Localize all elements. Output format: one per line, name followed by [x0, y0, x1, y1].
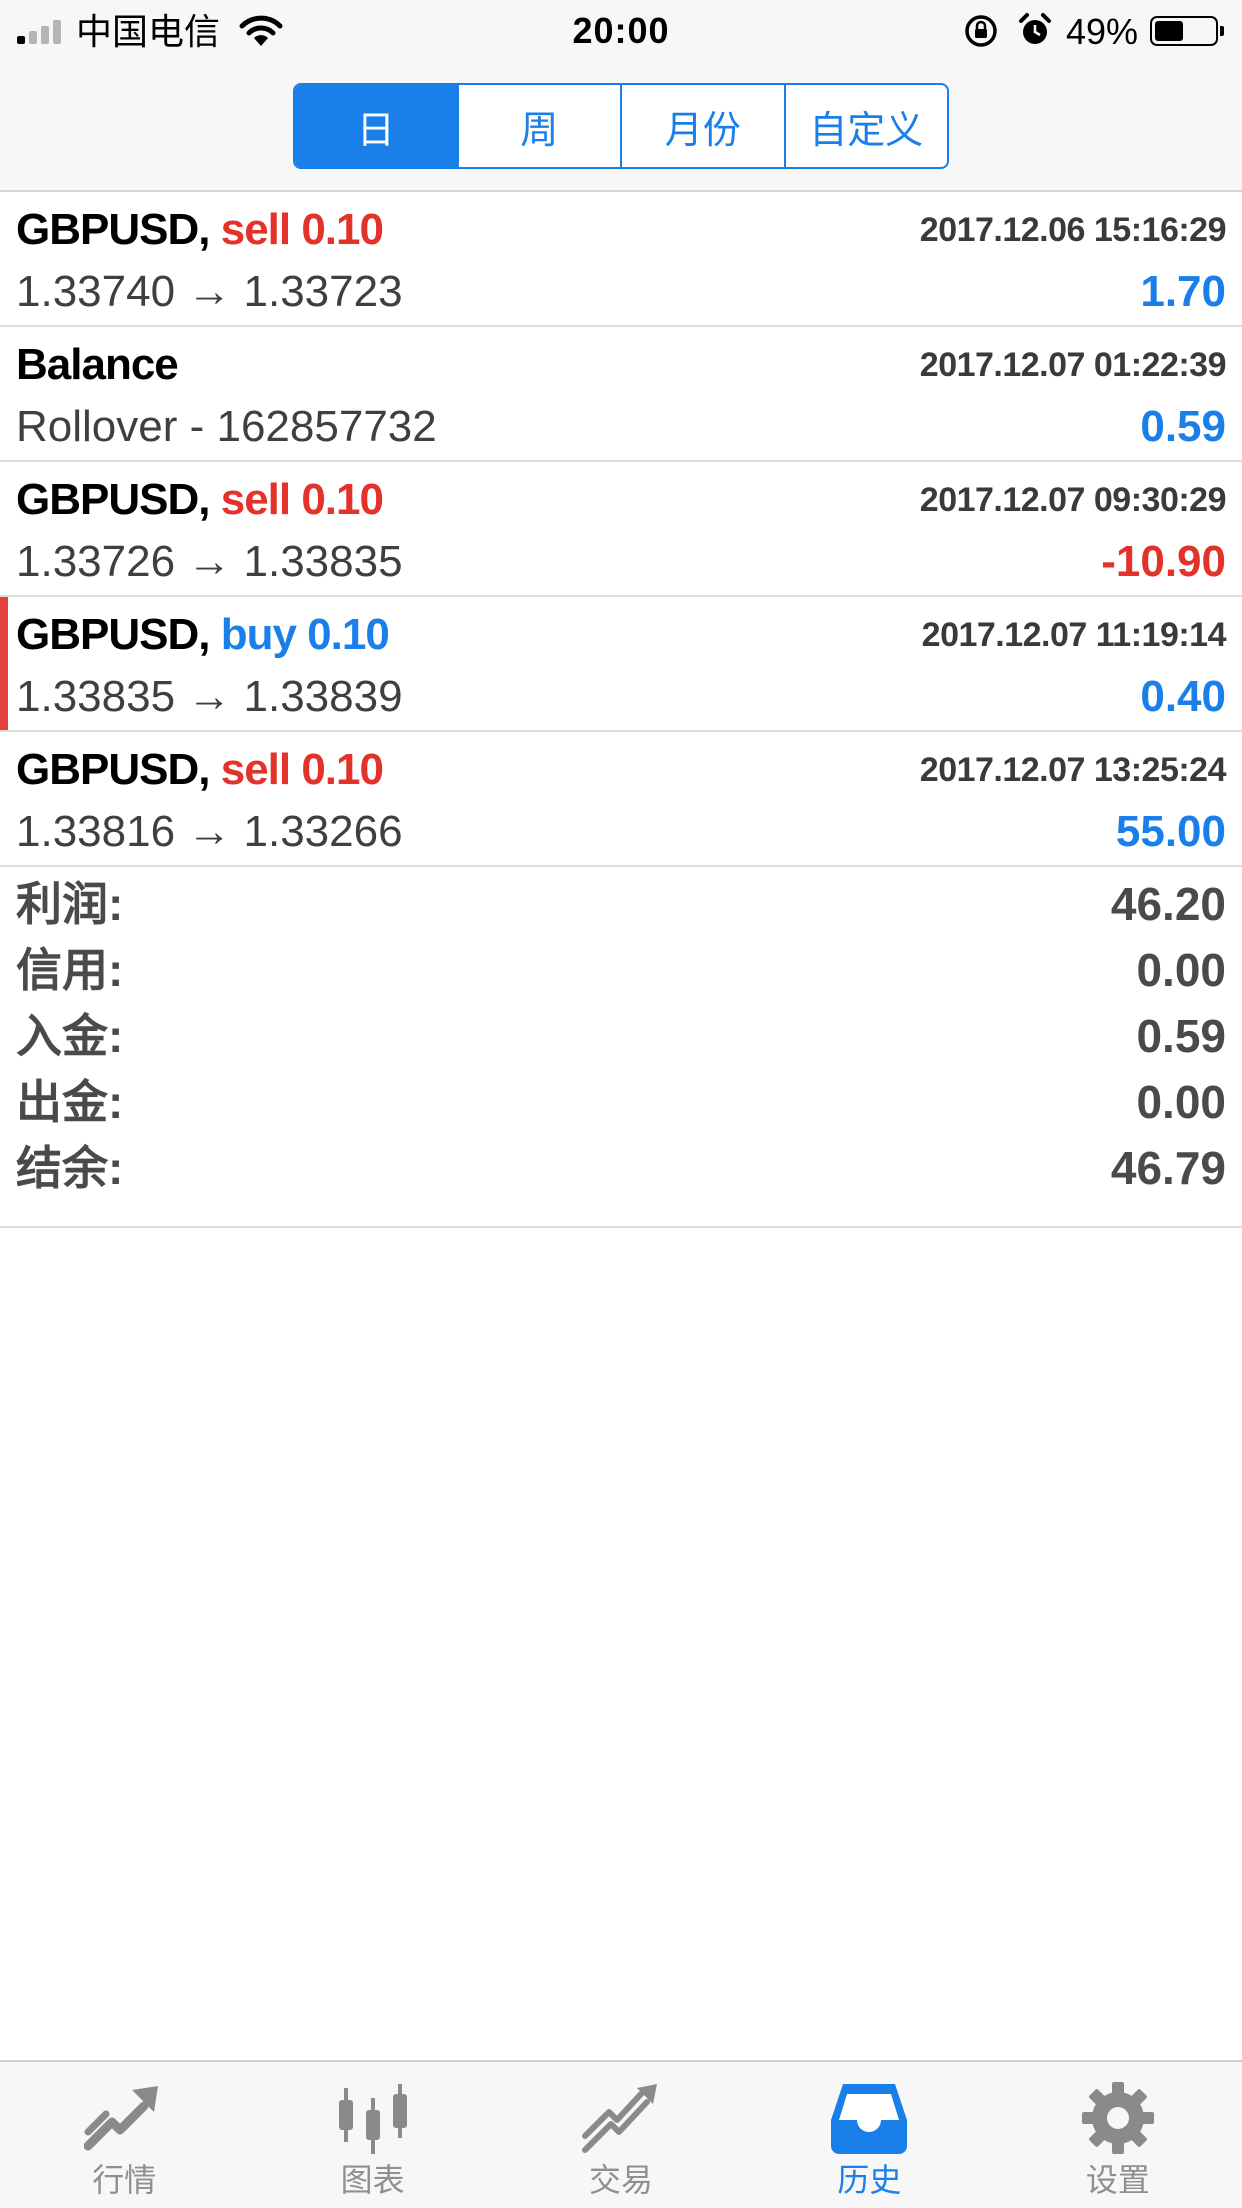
summary-value: 0.00 [1136, 944, 1226, 996]
battery-icon [1150, 16, 1224, 46]
deal-symbol: GBPUSD, [16, 475, 210, 524]
tab-label: 历史 [837, 2162, 902, 2198]
deal-prices: 1.33835 → 1.33839 [16, 672, 403, 721]
tab-trade[interactable]: 交易 [497, 2062, 745, 2208]
deal-comment: Rollover - 162857732 [16, 402, 437, 451]
deal-side: sell 0.10 [220, 745, 384, 794]
alarm-icon [1019, 13, 1051, 44]
tab-label: 图表 [340, 2162, 405, 2198]
deal-prices: 1.33816 → 1.33266 [16, 807, 403, 856]
summary-row-profit: 利润: 46.20 [0, 868, 1242, 934]
period-tab-month[interactable]: 月份 [620, 85, 784, 167]
period-tab-custom[interactable]: 自定义 [783, 85, 948, 167]
deal-profit: 1.70 [1140, 267, 1226, 316]
summary-row-balance: 结余: 46.79 [0, 1132, 1242, 1198]
deal-profit: -10.90 [1101, 537, 1226, 586]
summary-label: 信用: [16, 944, 124, 996]
account-summary: 利润: 46.20 信用: 0.00 入金: 0.59 出金: 0.00 结余:… [0, 868, 1242, 1228]
period-tab-day[interactable]: 日 [295, 85, 457, 167]
deal-row[interactable]: GBPUSD, sell 0.10 2017.12.07 09:30:29 1.… [0, 462, 1242, 597]
tab-label: 设置 [1085, 2162, 1150, 2198]
deal-datetime: 2017.12.07 13:25:24 [919, 751, 1227, 789]
summary-label: 出金: [16, 1076, 124, 1128]
summary-label: 利润: [16, 878, 124, 930]
status-time: 20:00 [572, 10, 670, 51]
tab-quotes[interactable]: 行情 [0, 2062, 248, 2208]
summary-row-credit: 信用: 0.00 [0, 934, 1242, 1000]
deal-datetime: 2017.12.07 11:19:14 [921, 616, 1227, 654]
rotation-lock-icon [965, 15, 997, 47]
history-inbox-icon [831, 2084, 908, 2154]
deal-prices: 1.33726 → 1.33835 [16, 537, 403, 586]
candlestick-chart-icon [338, 2084, 407, 2154]
tab-settings[interactable]: 设置 [994, 2062, 1242, 2208]
deal-profit: 55.00 [1115, 807, 1226, 856]
summary-label: 结余: [16, 1142, 124, 1194]
summary-row-deposit: 入金: 0.59 [0, 1000, 1242, 1066]
deal-row-selected[interactable]: GBPUSD, buy 0.10 2017.12.07 11:19:14 1.3… [0, 597, 1242, 732]
deal-row[interactable]: Balance 2017.12.07 01:22:39 Rollover - 1… [0, 327, 1242, 462]
tab-chart[interactable]: 图表 [248, 2062, 496, 2208]
summary-value: 46.79 [1110, 1142, 1226, 1194]
deal-list: GBPUSD, sell 0.10 2017.12.06 15:16:29 1.… [0, 192, 1242, 867]
summary-value: 46.20 [1110, 878, 1226, 930]
period-tab-week[interactable]: 周 [456, 85, 621, 167]
summary-value: 0.00 [1136, 1076, 1226, 1128]
gear-icon [1081, 2082, 1154, 2154]
trade-trend-icon [582, 2084, 658, 2153]
deal-profit: 0.40 [1140, 672, 1226, 721]
tab-history[interactable]: 历史 [745, 2062, 993, 2208]
deal-side: sell 0.10 [220, 205, 384, 254]
deal-symbol: Balance [16, 340, 179, 389]
deal-symbol: GBPUSD, [16, 745, 210, 794]
deal-side: buy 0.10 [220, 610, 390, 659]
deal-row[interactable]: GBPUSD, sell 0.10 2017.12.06 15:16:29 1.… [0, 192, 1242, 327]
deal-row[interactable]: GBPUSD, sell 0.10 2017.12.07 13:25:24 1.… [0, 732, 1242, 867]
tab-label: 行情 [92, 2162, 157, 2198]
deal-datetime: 2017.12.06 15:16:29 [919, 211, 1227, 249]
deal-datetime: 2017.12.07 01:22:39 [919, 346, 1227, 384]
summary-label: 入金: [16, 1010, 124, 1062]
quotes-arrow-icon [84, 2086, 159, 2151]
tab-label: 交易 [589, 2162, 654, 2198]
deal-profit: 0.59 [1140, 402, 1226, 451]
battery-percentage: 49% [1066, 11, 1139, 52]
bottom-tab-bar: 行情 图表 交易 历史 设置 [0, 2060, 1242, 2208]
deal-side: sell 0.10 [220, 475, 384, 524]
deal-prices: 1.33740 → 1.33723 [16, 267, 403, 316]
deal-symbol: GBPUSD, [16, 205, 210, 254]
deal-symbol: GBPUSD, [16, 610, 210, 659]
history-header: 日 周 月份 自定义 [0, 64, 1242, 192]
summary-value: 0.59 [1136, 1010, 1226, 1062]
period-segmented-control: 日 周 月份 自定义 [293, 83, 949, 169]
status-bar: 中国电信 20:00 49% [0, 0, 1242, 64]
deal-datetime: 2017.12.07 09:30:29 [919, 481, 1227, 519]
summary-row-withdrawal: 出金: 0.00 [0, 1066, 1242, 1132]
